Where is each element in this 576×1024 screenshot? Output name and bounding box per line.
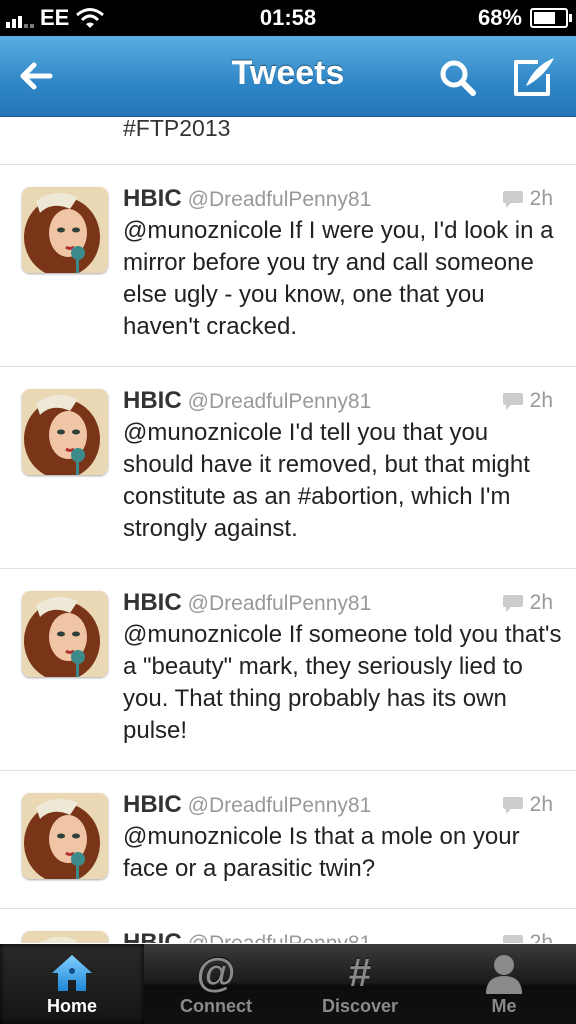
tab-connect[interactable]: @ Connect [144, 944, 288, 1024]
tweet-time-label: 2h [529, 931, 553, 943]
tweet-row[interactable]: HBIC @DreadfulPenny81 2h @munoznicole I'd… [0, 367, 576, 569]
tweet-text: @munoznicole Is that a mole on your face… [123, 823, 520, 882]
tweet-author-handle[interactable]: @DreadfulPenny81 [188, 592, 372, 615]
tweet-time: 2h [502, 591, 553, 615]
tweet-author-name[interactable]: HBIC [123, 185, 182, 212]
tab-connect-label: Connect [180, 996, 252, 1016]
nav-bar: Tweets [0, 36, 576, 117]
tweet-time: 2h [502, 931, 553, 943]
avatar[interactable] [22, 187, 108, 273]
tweet-author-name[interactable]: HBIC [123, 791, 182, 818]
tweet-header: HBIC @DreadfulPenny81 2h [123, 185, 553, 215]
tweet-time: 2h [502, 389, 553, 413]
tweet-author-handle[interactable]: @DreadfulPenny81 [188, 932, 372, 943]
avatar[interactable] [22, 591, 108, 677]
avatar[interactable] [22, 389, 108, 475]
tab-discover-label: Discover [321, 996, 399, 1016]
avatar[interactable] [22, 793, 108, 879]
tab-me[interactable]: Me [432, 944, 576, 1024]
reply-bubble-icon [502, 393, 523, 410]
tweet-row[interactable]: HBIC @DreadfulPenny81 2h @munoznicole Is … [0, 771, 576, 909]
tweet-text: @munoznicole I'd tell you that you shoul… [123, 419, 530, 542]
tweet-header: HBIC @DreadfulPenny81 2h [123, 387, 553, 417]
home-icon [52, 955, 92, 991]
avatar-image [22, 793, 108, 879]
tweet-text: @munoznicole If I were you, I'd look in … [123, 217, 554, 340]
tweet-time-label: 2h [529, 591, 553, 614]
avatar-image [22, 389, 108, 475]
battery-icon [530, 8, 572, 28]
tweet-time-label: 2h [529, 793, 553, 816]
tweet-time-label: 2h [529, 389, 553, 412]
status-right: 68% [477, 5, 572, 31]
tweet-author-name[interactable]: HBIC [123, 387, 182, 414]
status-bar: EE 01:58 68% [0, 0, 576, 36]
tweet-row[interactable]: HBIC @DreadfulPenny81 2h @munoznicole If … [0, 569, 576, 771]
tab-discover[interactable]: # Discover [288, 944, 432, 1024]
hashtag-icon: # [348, 951, 372, 995]
avatar[interactable] [22, 931, 108, 943]
at-icon: @ [196, 951, 236, 995]
reply-bubble-icon [502, 935, 523, 943]
tweet-header: HBIC @DreadfulPenny81 2h [123, 929, 553, 943]
tweet-author-handle[interactable]: @DreadfulPenny81 [188, 188, 372, 211]
person-icon [486, 955, 522, 994]
tweet-header: HBIC @DreadfulPenny81 2h [123, 791, 553, 821]
tab-me-label: Me [491, 996, 517, 1016]
tweet-row[interactable]: HBIC @DreadfulPenny81 2h @munoznicole If … [0, 165, 576, 367]
avatar-image [22, 591, 108, 677]
tweet-text: @munoznicole If someone told you that's … [123, 621, 562, 744]
reply-bubble-icon [502, 797, 523, 814]
tab-home[interactable]: Home [0, 944, 144, 1024]
tweet-time-label: 2h [529, 187, 553, 210]
page-title: Tweets [231, 54, 345, 92]
tweet-author-name[interactable]: HBIC [123, 929, 182, 943]
tweet-time: 2h [502, 187, 553, 211]
tweet-time: 2h [502, 793, 553, 817]
tweet-row[interactable]: HBIC @DreadfulPenny81 2h [0, 909, 576, 943]
tweet-timeline[interactable]: #FTP2013 HBIC @DreadfulPenny81 2h @munoz… [0, 117, 576, 943]
battery-percent: 68% [477, 5, 522, 30]
tab-bar: Home @ Connect # Discover Me [0, 944, 576, 1024]
tab-home-label: Home [46, 996, 97, 1016]
avatar-image [22, 931, 108, 943]
tweet-author-handle[interactable]: @DreadfulPenny81 [188, 794, 372, 817]
compose-icon[interactable] [510, 54, 558, 100]
tweet-author-name[interactable]: HBIC [123, 589, 182, 616]
tweet-author-handle[interactable]: @DreadfulPenny81 [188, 390, 372, 413]
reply-bubble-icon [502, 191, 523, 208]
reply-bubble-icon [502, 595, 523, 612]
search-icon[interactable] [436, 56, 480, 100]
avatar-image [22, 187, 108, 273]
previous-tweet-tail[interactable]: #FTP2013 [0, 117, 576, 165]
tweet-text-tail: #FTP2013 [123, 117, 231, 141]
tweet-header: HBIC @DreadfulPenny81 2h [123, 589, 553, 619]
